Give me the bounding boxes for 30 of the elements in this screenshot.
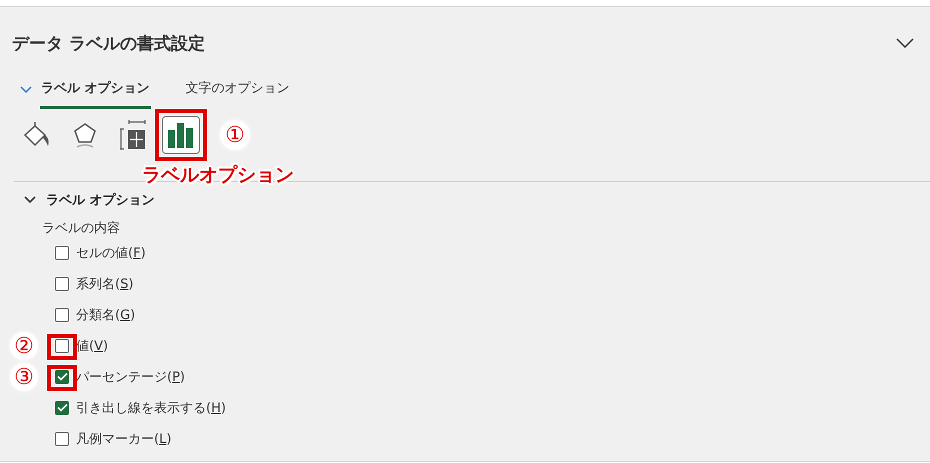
checkbox[interactable] [55, 338, 69, 352]
option-label[interactable]: 凡例マーカー(L) [76, 430, 172, 448]
size-properties-icon [120, 120, 146, 150]
group-label: ラベルの内容 [41, 220, 121, 237]
checkbox[interactable] [55, 432, 69, 446]
checkbox[interactable] [55, 276, 69, 290]
chevron-down-icon[interactable] [896, 38, 914, 48]
icon-tab[interactable] [162, 116, 200, 154]
checkbox[interactable] [55, 308, 69, 322]
option-label[interactable]: パーセンテージ(P) [76, 368, 185, 386]
callout-caption: ラベルオプション [142, 163, 294, 188]
chevron-down-icon [20, 86, 32, 94]
option-label[interactable]: 引き出し線を表示する(H) [76, 398, 226, 416]
option-label[interactable]: 値(V) [76, 336, 108, 354]
tab[interactable]: 文字のオプション [184, 71, 291, 109]
tab[interactable]: ラベル オプション [40, 71, 151, 109]
bar-chart-icon [167, 122, 195, 148]
callout-number: ① [220, 120, 250, 150]
checkbox[interactable] [55, 400, 69, 414]
callout-number: ③ [10, 363, 38, 391]
pentagon-icon [72, 121, 98, 149]
option-label[interactable]: セルの値(F) [76, 244, 146, 262]
option-label[interactable]: 系列名(S) [76, 274, 134, 292]
section-title[interactable]: ラベル オプション [46, 191, 155, 209]
panel-title: データ ラベルの書式設定 [12, 32, 205, 54]
checkbox[interactable] [55, 370, 69, 384]
chevron-down-icon[interactable] [24, 196, 36, 204]
checkbox[interactable] [55, 246, 69, 260]
callout-number: ② [10, 332, 38, 360]
option-label[interactable]: 分類名(G) [76, 306, 136, 324]
